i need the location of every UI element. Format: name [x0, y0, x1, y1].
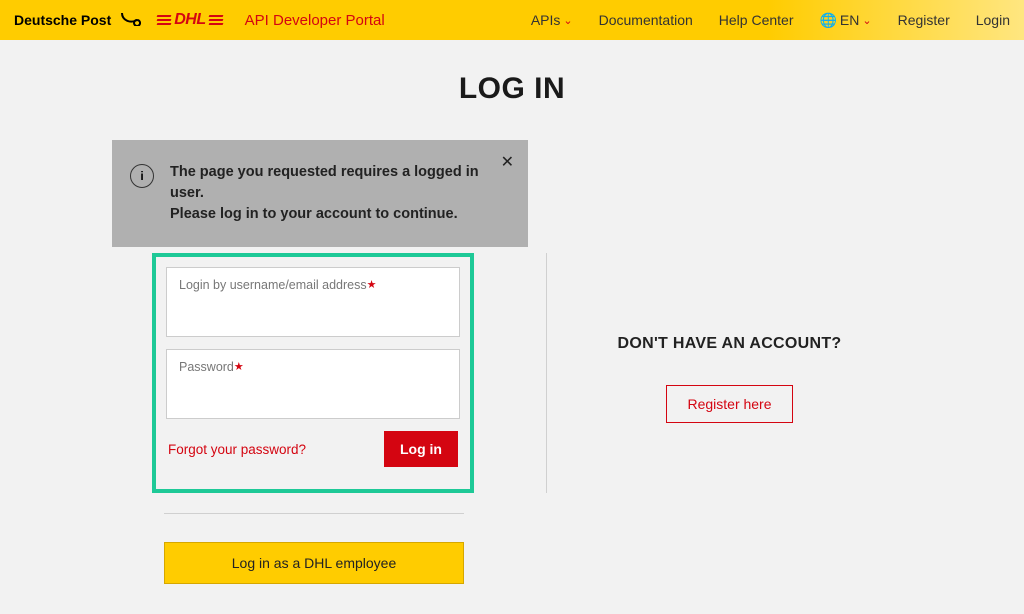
- notice-line2: Please log in to your account to continu…: [170, 204, 508, 225]
- chevron-down-icon: ⌄: [563, 14, 572, 27]
- dhl-logo: DHL: [157, 11, 222, 29]
- register-heading: DON'T HAVE AN ACCOUNT?: [547, 335, 912, 353]
- deutsche-post-brand: Deutsche Post: [14, 12, 111, 28]
- post-horn-icon: [119, 10, 141, 31]
- login-required-notice: i The page you requested requires a logg…: [112, 140, 528, 247]
- nav-login[interactable]: Login: [976, 12, 1010, 28]
- content-wrap: i The page you requested requires a logg…: [112, 140, 912, 584]
- login-form: Login by username/email address★ Passwor…: [152, 253, 474, 493]
- info-icon: i: [130, 164, 154, 188]
- nav-register[interactable]: Register: [898, 12, 950, 28]
- password-label: Password★: [179, 360, 447, 374]
- nav-apis-label: APIs: [531, 12, 561, 28]
- nav-apis[interactable]: APIs ⌄: [531, 12, 573, 28]
- employee-section: Log in as a DHL employee: [164, 513, 464, 584]
- main-nav: APIs ⌄ Documentation Help Center 🌐 EN ⌄ …: [531, 12, 1010, 29]
- forgot-password-link[interactable]: Forgot your password?: [168, 442, 306, 457]
- username-field-wrap[interactable]: Login by username/email address★: [166, 267, 460, 337]
- nav-help-center[interactable]: Help Center: [719, 12, 794, 28]
- notice-text: The page you requested requires a logged…: [170, 162, 508, 225]
- notice-line1: The page you requested requires a logged…: [170, 162, 508, 204]
- brand-group: Deutsche Post DHL API Developer Portal: [14, 10, 385, 31]
- nav-documentation[interactable]: Documentation: [599, 12, 693, 28]
- header-bar: Deutsche Post DHL API Developer Portal A…: [0, 0, 1024, 40]
- portal-title[interactable]: API Developer Portal: [245, 12, 385, 29]
- username-label: Login by username/email address★: [179, 278, 447, 292]
- nav-language-label: EN: [840, 12, 859, 28]
- register-panel: DON'T HAVE AN ACCOUNT? Register here: [547, 253, 912, 493]
- globe-icon: 🌐: [819, 12, 836, 29]
- chevron-down-icon: ⌄: [862, 14, 871, 27]
- required-star-icon: ★: [234, 361, 244, 373]
- nav-language[interactable]: 🌐 EN ⌄: [819, 12, 871, 29]
- dhl-brand-text: DHL: [174, 11, 205, 29]
- two-column-layout: Login by username/email address★ Passwor…: [112, 253, 912, 493]
- horizontal-divider: [164, 513, 464, 514]
- login-actions: Forgot your password? Log in: [166, 431, 460, 467]
- close-icon[interactable]: ✕: [501, 152, 514, 172]
- password-field-wrap[interactable]: Password★: [166, 349, 460, 419]
- register-here-button[interactable]: Register here: [666, 385, 792, 423]
- page-title: LOG IN: [0, 72, 1024, 106]
- password-input[interactable]: [179, 384, 447, 400]
- dhl-stripes-icon: [209, 15, 223, 25]
- login-button[interactable]: Log in: [384, 431, 458, 467]
- required-star-icon: ★: [367, 279, 377, 291]
- dhl-stripes-icon: [157, 15, 171, 25]
- dhl-employee-login-button[interactable]: Log in as a DHL employee: [164, 542, 464, 584]
- username-input[interactable]: [179, 302, 447, 318]
